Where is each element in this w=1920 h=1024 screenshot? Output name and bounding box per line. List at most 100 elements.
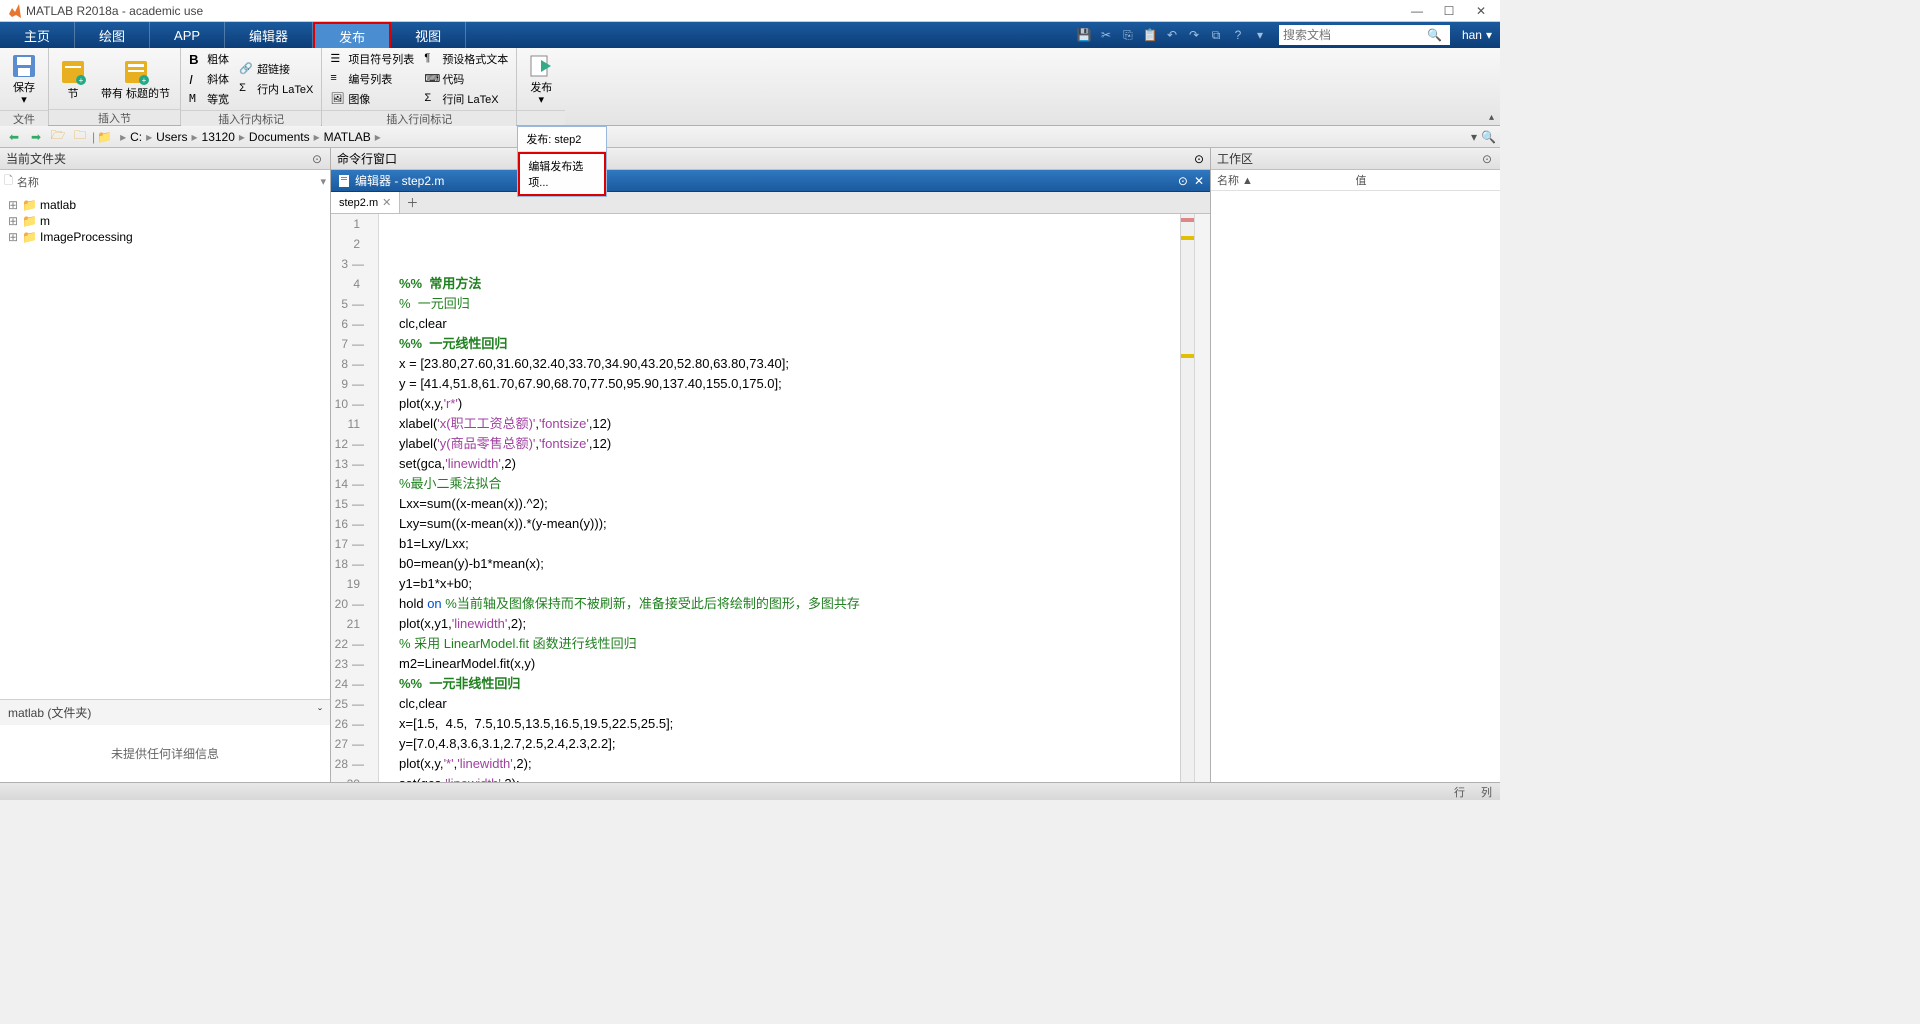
minimize-ribbon-icon[interactable]: ▴ xyxy=(1489,112,1494,123)
search-icon[interactable]: 🔍 xyxy=(1423,28,1446,42)
ribbon-group-inline-markup: B粗体 I斜体 M等宽 🔗超链接 Σ行内 LaTeX 插入行内标记 xyxy=(181,48,322,125)
addr-dropdown-icon[interactable]: ▾ xyxy=(1471,130,1477,144)
status-bar: 行 列 xyxy=(0,782,1500,800)
ribbon-group-publish: 发布▾ 发布: step2 编辑发布选项... xyxy=(517,48,565,125)
italic-icon: I xyxy=(189,72,203,86)
tab-editor[interactable]: 编辑器 xyxy=(225,22,313,48)
edit-publish-options-item[interactable]: 编辑发布选项... xyxy=(518,152,606,196)
status-col: 列 xyxy=(1481,784,1492,800)
current-folder-header: 当前文件夹 ⊙ xyxy=(0,148,330,170)
copy-icon[interactable]: ⎘ xyxy=(1119,26,1137,44)
address-path[interactable]: ▸C: ▸Users ▸13120 ▸Documents ▸MATLAB ▸ xyxy=(114,130,1469,144)
svg-text:+: + xyxy=(79,76,84,85)
bullet-list-button[interactable]: ☰项目符号列表 xyxy=(328,50,416,68)
add-tab-button[interactable]: ＋ xyxy=(400,192,424,213)
tree-item-matlab[interactable]: ⊞📁matlab xyxy=(4,197,326,213)
switchwin-icon[interactable]: ⧉ xyxy=(1207,26,1225,44)
section-title-button[interactable]: + 带有 标题的节 xyxy=(97,56,174,102)
tree-item-imageprocessing[interactable]: ⊞📁ImageProcessing xyxy=(4,229,326,245)
bullet-icon: ☰ xyxy=(330,52,344,66)
section-button[interactable]: + 节 xyxy=(55,56,91,102)
paste-icon[interactable]: 📋 xyxy=(1141,26,1159,44)
numbered-list-button[interactable]: ≡编号列表 xyxy=(328,70,416,88)
tree-item-m[interactable]: ⊞📁m xyxy=(4,213,326,229)
nav-fwd-button[interactable]: ➡ xyxy=(26,128,46,146)
code-minimap[interactable] xyxy=(1180,214,1194,782)
numbered-icon: ≡ xyxy=(330,72,344,86)
current-folder-panel: 当前文件夹 ⊙ 🗋 名称 ▾ ⊞📁matlab ⊞📁m ⊞📁ImageProce… xyxy=(0,148,331,782)
editor-file-icon xyxy=(337,174,351,188)
tab-publish[interactable]: 发布 xyxy=(313,22,391,48)
save-icon[interactable]: 💾 xyxy=(1075,26,1093,44)
tab-apps[interactable]: APP xyxy=(150,22,225,48)
qat-dropdown-icon[interactable]: ▾ xyxy=(1251,26,1269,44)
bold-button[interactable]: B粗体 xyxy=(187,50,231,68)
code-button[interactable]: ⌨代码 xyxy=(422,70,510,88)
window-title: MATLAB R2018a - academic use xyxy=(26,4,1410,18)
browse-folders-button[interactable]: 🗁 xyxy=(48,128,68,146)
mono-button[interactable]: M等宽 xyxy=(187,90,231,108)
code-icon: ⌨ xyxy=(424,72,438,86)
mono-icon: M xyxy=(189,92,203,106)
up-folder-button[interactable]: 🗀 xyxy=(70,128,90,146)
publish-button[interactable]: 发布▾ xyxy=(523,50,559,108)
sort-icon[interactable]: ▾ xyxy=(320,175,326,188)
undo-icon[interactable]: ↶ xyxy=(1163,26,1181,44)
file-icon: 🗋 xyxy=(4,172,13,191)
maximize-button[interactable]: ☐ xyxy=(1442,4,1456,18)
nav-back-button[interactable]: ⬅ xyxy=(4,128,24,146)
editor-body[interactable]: 1 2 3—4 5—6—7—8—9—10—11 12—13—14—15—16—1… xyxy=(331,214,1210,782)
block-latex-button[interactable]: Σ行间 LaTeX xyxy=(422,90,510,108)
group-label-file: 文件 xyxy=(0,110,48,126)
inline-latex-button[interactable]: Σ行内 LaTeX xyxy=(237,80,315,98)
tab-plots[interactable]: 绘图 xyxy=(75,22,150,48)
details-body: 未提供任何详细信息 xyxy=(0,725,330,782)
latex-icon: Σ xyxy=(424,92,438,106)
ws-col-value[interactable]: 值 xyxy=(1356,172,1495,188)
search-input[interactable] xyxy=(1283,28,1423,42)
italic-button[interactable]: I斜体 xyxy=(187,70,231,88)
publish-icon xyxy=(527,52,555,80)
line-gutter: 1 2 3—4 5—6—7—8—9—10—11 12—13—14—15—16—1… xyxy=(331,214,379,782)
preformat-button[interactable]: ¶预设格式文本 xyxy=(422,50,510,68)
hyperlink-button[interactable]: 🔗超链接 xyxy=(237,60,315,78)
latex-icon: Σ xyxy=(239,82,253,96)
ribbon-group-section: + 节 + 带有 标题的节 插入节 xyxy=(49,48,181,125)
address-bar: ⬅ ➡ 🗁 🗀 | 📁 ▸C: ▸Users ▸13120 ▸Documents… xyxy=(0,126,1500,148)
login-button[interactable]: han ▾ xyxy=(1454,22,1500,48)
bold-icon: B xyxy=(189,52,203,66)
search-docs[interactable]: 🔍 xyxy=(1279,25,1450,45)
ws-col-name[interactable]: 名称 ▲ xyxy=(1217,172,1356,188)
tab-view[interactable]: 视图 xyxy=(391,22,466,48)
group-label-block: 插入行间标记 xyxy=(322,110,516,126)
section-icon: + xyxy=(59,58,87,86)
workspace-header: 工作区 ⊙ xyxy=(1211,148,1500,170)
panel-menu-icon[interactable]: ⊙ xyxy=(310,152,324,166)
details-collapse-icon[interactable]: ˇ xyxy=(318,706,322,720)
cut-icon[interactable]: ✂ xyxy=(1097,26,1115,44)
status-row: 行 xyxy=(1454,784,1465,800)
panel-close-icon[interactable]: ✕ xyxy=(1188,174,1204,188)
editor-tabbar: step2.m ✕ ＋ xyxy=(331,192,1210,214)
svg-text:+: + xyxy=(141,76,146,85)
file-tab-step2[interactable]: step2.m ✕ xyxy=(331,192,400,213)
close-tab-icon[interactable]: ✕ xyxy=(382,196,391,209)
code-area[interactable]: %% 常用方法% 一元回归clc,clear%% 一元线性回归x = [23.8… xyxy=(379,214,1180,782)
tab-home[interactable]: 主页 xyxy=(0,22,75,48)
publish-step2-item[interactable]: 发布: step2 xyxy=(518,127,606,152)
folder-col-header[interactable]: 🗋 名称 ▾ xyxy=(0,170,330,193)
workspace-panel: 工作区 ⊙ 名称 ▲ 值 xyxy=(1210,148,1500,782)
minimize-button[interactable]: — xyxy=(1410,4,1424,18)
save-button[interactable]: 保存▾ xyxy=(6,50,42,108)
panel-menu-icon[interactable]: ⊙ xyxy=(1194,152,1204,166)
addr-search-icon[interactable]: 🔍 xyxy=(1481,130,1496,144)
section-title-icon: + xyxy=(122,58,150,86)
panel-menu-icon[interactable]: ⊙ xyxy=(1480,152,1494,166)
details-header[interactable]: matlab (文件夹) ˇ xyxy=(0,699,330,725)
image-button[interactable]: 🖼图像 xyxy=(328,90,416,108)
close-button[interactable]: ✕ xyxy=(1474,4,1488,18)
panel-menu-icon[interactable]: ⊙ xyxy=(1178,174,1188,188)
help-icon[interactable]: ? xyxy=(1229,26,1247,44)
redo-icon[interactable]: ↷ xyxy=(1185,26,1203,44)
vertical-scrollbar[interactable] xyxy=(1194,214,1210,782)
